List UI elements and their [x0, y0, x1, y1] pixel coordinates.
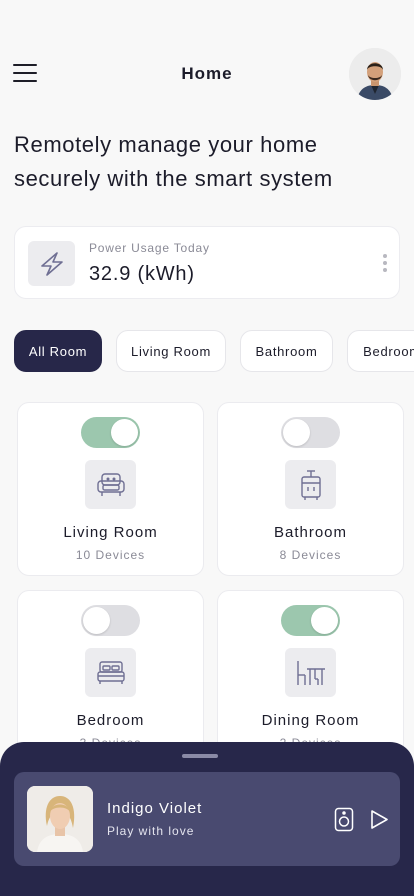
power-usage-card[interactable]: Power Usage Today 32.9 (kWh)	[14, 226, 400, 299]
dining-room-toggle[interactable]	[281, 605, 340, 636]
more-options-icon[interactable]	[381, 254, 389, 274]
room-name: Bathroom	[273, 524, 348, 541]
app-header: Home	[0, 46, 414, 102]
dining-table-icon	[285, 648, 336, 697]
room-name: Living Room	[63, 524, 158, 541]
room-card-bathroom[interactable]: Bathroom 8 Devices	[217, 402, 404, 576]
tab-bedroom[interactable]: Bedroom	[347, 330, 414, 372]
room-device-count: 10 Devices	[75, 548, 146, 562]
lightning-bolt-icon	[28, 241, 75, 286]
bed-icon	[85, 648, 136, 697]
bathroom-toggle[interactable]	[281, 417, 340, 448]
water-heater-icon	[285, 460, 336, 509]
avatar[interactable]	[349, 48, 401, 100]
page-headline: Remotely manage your home securely with …	[14, 132, 333, 191]
tab-all-room[interactable]: All Room	[14, 330, 102, 372]
power-usage-value: 32.9 (kWh)	[89, 263, 195, 285]
speaker-icon[interactable]	[334, 807, 354, 832]
music-player-sheet: Indigo Violet Play with love	[0, 742, 414, 896]
room-card-bedroom[interactable]: Bedroom 3 Devices	[17, 590, 204, 764]
track-title: Indigo Violet	[107, 800, 203, 817]
room-device-count: 8 Devices	[279, 548, 342, 562]
power-usage-label: Power Usage Today	[89, 241, 210, 255]
living-room-toggle[interactable]	[81, 417, 140, 448]
room-filter-tabs: All Room Living Room Bathroom Bedroom	[14, 330, 414, 372]
sheet-drag-handle[interactable]	[182, 754, 218, 758]
sofa-icon	[85, 460, 136, 509]
tab-bathroom[interactable]: Bathroom	[240, 330, 333, 372]
room-name: Dining Room	[261, 712, 360, 729]
room-name: Bedroom	[76, 712, 145, 729]
track-subtitle: Play with love	[107, 824, 195, 838]
tab-living-room[interactable]: Living Room	[116, 330, 226, 372]
bedroom-toggle[interactable]	[81, 605, 140, 636]
play-icon[interactable]	[369, 809, 389, 830]
now-playing-card[interactable]: Indigo Violet Play with love	[14, 772, 400, 866]
room-card-living-room[interactable]: Living Room 10 Devices	[17, 402, 204, 576]
room-card-dining-room[interactable]: Dining Room 2 Devices	[217, 590, 404, 764]
track-artwork	[27, 786, 93, 852]
